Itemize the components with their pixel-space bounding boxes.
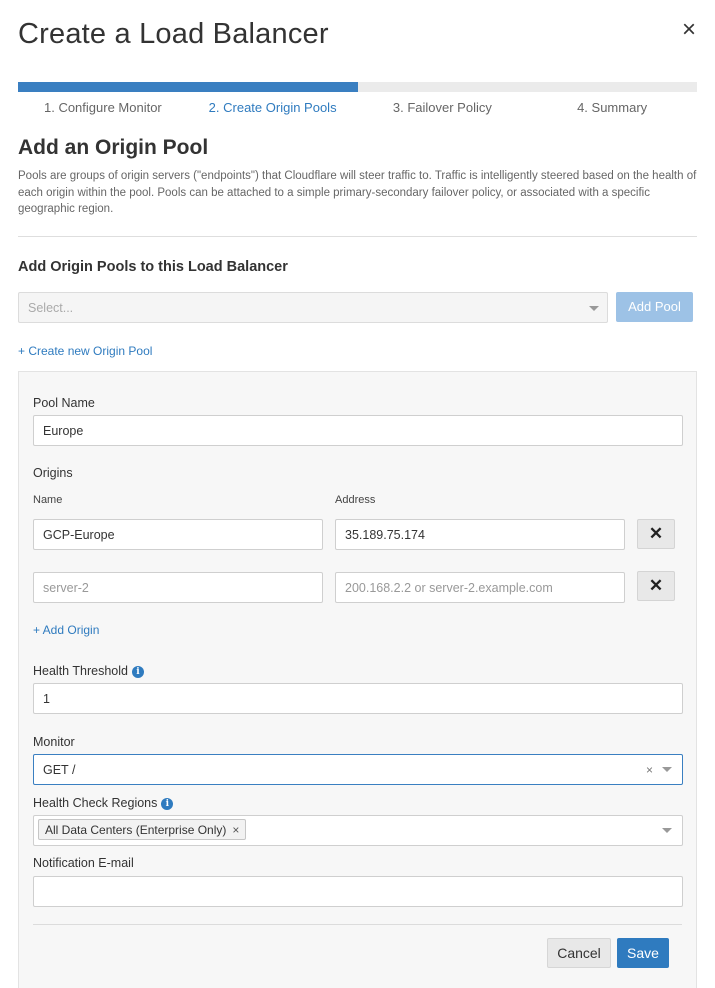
health-threshold-input[interactable]: 1: [33, 683, 683, 714]
save-button[interactable]: Save: [617, 938, 669, 968]
section-description: Pools are groups of origin servers ("end…: [18, 170, 697, 215]
notification-email-input[interactable]: [33, 876, 683, 907]
origin-name-input[interactable]: server-2: [33, 572, 323, 603]
section-title: Add an Origin Pool: [18, 136, 209, 159]
step-failover-policy[interactable]: 3. Failover Policy: [358, 100, 528, 115]
add-pools-title: Add Origin Pools to this Load Balancer: [18, 259, 288, 275]
pool-name-label: Pool Name: [33, 396, 95, 410]
modal-title: Create a Load Balancer: [18, 18, 329, 50]
region-tag-label: All Data Centers (Enterprise Only): [45, 823, 227, 837]
health-threshold-label-text: Health Threshold: [33, 664, 128, 678]
notification-email-label: Notification E-mail: [33, 856, 134, 870]
chevron-down-icon[interactable]: [662, 828, 672, 833]
info-icon[interactable]: i: [161, 798, 174, 810]
wizard-progress-bar: [18, 82, 697, 92]
health-check-regions-label: Health Check Regions i: [33, 796, 174, 810]
health-check-regions-label-text: Health Check Regions: [33, 796, 158, 810]
chevron-down-icon[interactable]: [662, 767, 672, 772]
remove-icon: ✕: [648, 524, 664, 543]
pool-select[interactable]: Select...: [18, 292, 608, 323]
chevron-down-icon: [589, 306, 599, 311]
wizard-steps: 1. Configure Monitor 2. Create Origin Po…: [18, 100, 697, 115]
origin-address-input[interactable]: 200.168.2.2 or server-2.example.com: [335, 572, 625, 603]
pool-name-input[interactable]: Europe: [33, 415, 683, 446]
remove-icon: ✕: [648, 576, 664, 595]
remove-origin-button[interactable]: ✕: [637, 571, 675, 601]
divider: [18, 236, 697, 237]
monitor-select-value: GET /: [43, 763, 76, 777]
step-configure-monitor[interactable]: 1. Configure Monitor: [18, 100, 188, 115]
remove-origin-button[interactable]: ✕: [637, 519, 675, 549]
wizard-progress-fill: [18, 82, 358, 92]
monitor-label: Monitor: [33, 735, 75, 749]
monitor-select[interactable]: GET /: [33, 754, 683, 785]
pool-select-placeholder: Select...: [28, 301, 74, 315]
cancel-button[interactable]: Cancel: [547, 938, 611, 968]
region-tag: All Data Centers (Enterprise Only) ×: [38, 819, 247, 840]
origin-name-input[interactable]: GCP-Europe: [33, 519, 323, 550]
step-summary[interactable]: 4. Summary: [527, 100, 697, 115]
add-pool-button[interactable]: Add Pool: [616, 292, 693, 322]
origin-address-input[interactable]: 35.189.75.174: [335, 519, 625, 550]
info-icon[interactable]: i: [131, 666, 144, 678]
create-origin-pool-link[interactable]: + Create new Origin Pool: [18, 344, 152, 358]
clear-icon[interactable]: ×: [646, 763, 653, 777]
origins-label: Origins: [33, 466, 73, 480]
close-icon[interactable]: ×: [679, 18, 699, 42]
add-origin-link[interactable]: + Add Origin: [33, 623, 99, 637]
origin-name-column-label: Name: [33, 494, 63, 506]
tag-remove-icon[interactable]: ×: [232, 823, 239, 837]
health-threshold-label: Health Threshold i: [33, 664, 144, 678]
divider: [33, 924, 682, 925]
step-create-origin-pools[interactable]: 2. Create Origin Pools: [188, 100, 358, 115]
origin-address-column-label: Address: [335, 494, 376, 506]
